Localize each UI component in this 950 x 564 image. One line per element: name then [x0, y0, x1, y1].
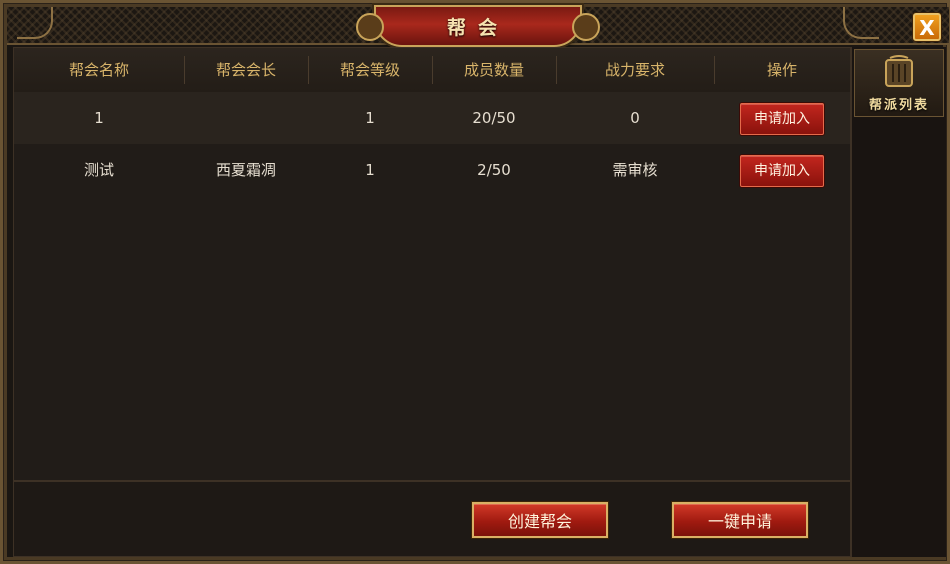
guild-table-panel: 帮会名称 帮会会长 帮会等级 成员数量 战力要求 操作 1 1 20/50 0 …	[13, 47, 851, 481]
quick-apply-button[interactable]: 一键申请	[672, 502, 808, 538]
title-bar: 帮会 X	[7, 5, 949, 47]
book-icon	[885, 55, 913, 87]
apply-join-button[interactable]: 申请加入	[740, 155, 824, 187]
title-plaque: 帮会	[356, 5, 600, 47]
header-member-count: 成员数量	[432, 48, 556, 92]
cell-guild-level: 1	[365, 109, 375, 127]
header-action: 操作	[714, 48, 850, 92]
cell-member-count: 20/50	[472, 109, 516, 127]
cell-guild-name: 1	[94, 109, 104, 127]
window-title: 帮会	[446, 17, 509, 39]
cell-guild-level: 1	[365, 161, 375, 179]
table-row: 测试 西夏霜凋 1 2/50 需审核 申请加入	[14, 144, 850, 196]
guild-window: 帮会 X 帮会名称 帮会会长 帮会等级 成员数量 战力要求 操作 1 1 20/…	[0, 0, 950, 564]
cell-action: 申请加入	[714, 92, 850, 144]
apply-join-button[interactable]: 申请加入	[740, 103, 824, 135]
side-tab-column: 帮派列表	[851, 47, 946, 557]
header-guild-level: 帮会等级	[308, 48, 432, 92]
header-guild-leader: 帮会会长	[184, 48, 308, 92]
table-row: 1 1 20/50 0 申请加入	[14, 92, 850, 144]
cell-power-requirement: 0	[630, 109, 640, 127]
bottom-action-bar: 创建帮会 一键申请	[13, 481, 851, 557]
table-header: 帮会名称 帮会会长 帮会等级 成员数量 战力要求 操作	[14, 48, 850, 93]
tab-guild-list-label: 帮派列表	[868, 98, 929, 113]
cell-member-count: 2/50	[477, 161, 511, 179]
cell-guild-leader	[184, 92, 308, 144]
cell-guild-name: 测试	[83, 161, 114, 179]
header-power-requirement: 战力要求	[556, 48, 714, 92]
tab-guild-list[interactable]: 帮派列表	[854, 49, 944, 117]
header-guild-name: 帮会名称	[68, 61, 129, 79]
corner-ornament-right	[843, 7, 879, 39]
cell-guild-leader: 西夏霜凋	[215, 161, 276, 179]
create-guild-button[interactable]: 创建帮会	[472, 502, 608, 538]
close-button[interactable]: X	[913, 13, 941, 41]
cell-power-requirement: 需审核	[612, 161, 658, 179]
cell-action: 申请加入	[714, 144, 850, 196]
corner-ornament-left	[17, 7, 53, 39]
